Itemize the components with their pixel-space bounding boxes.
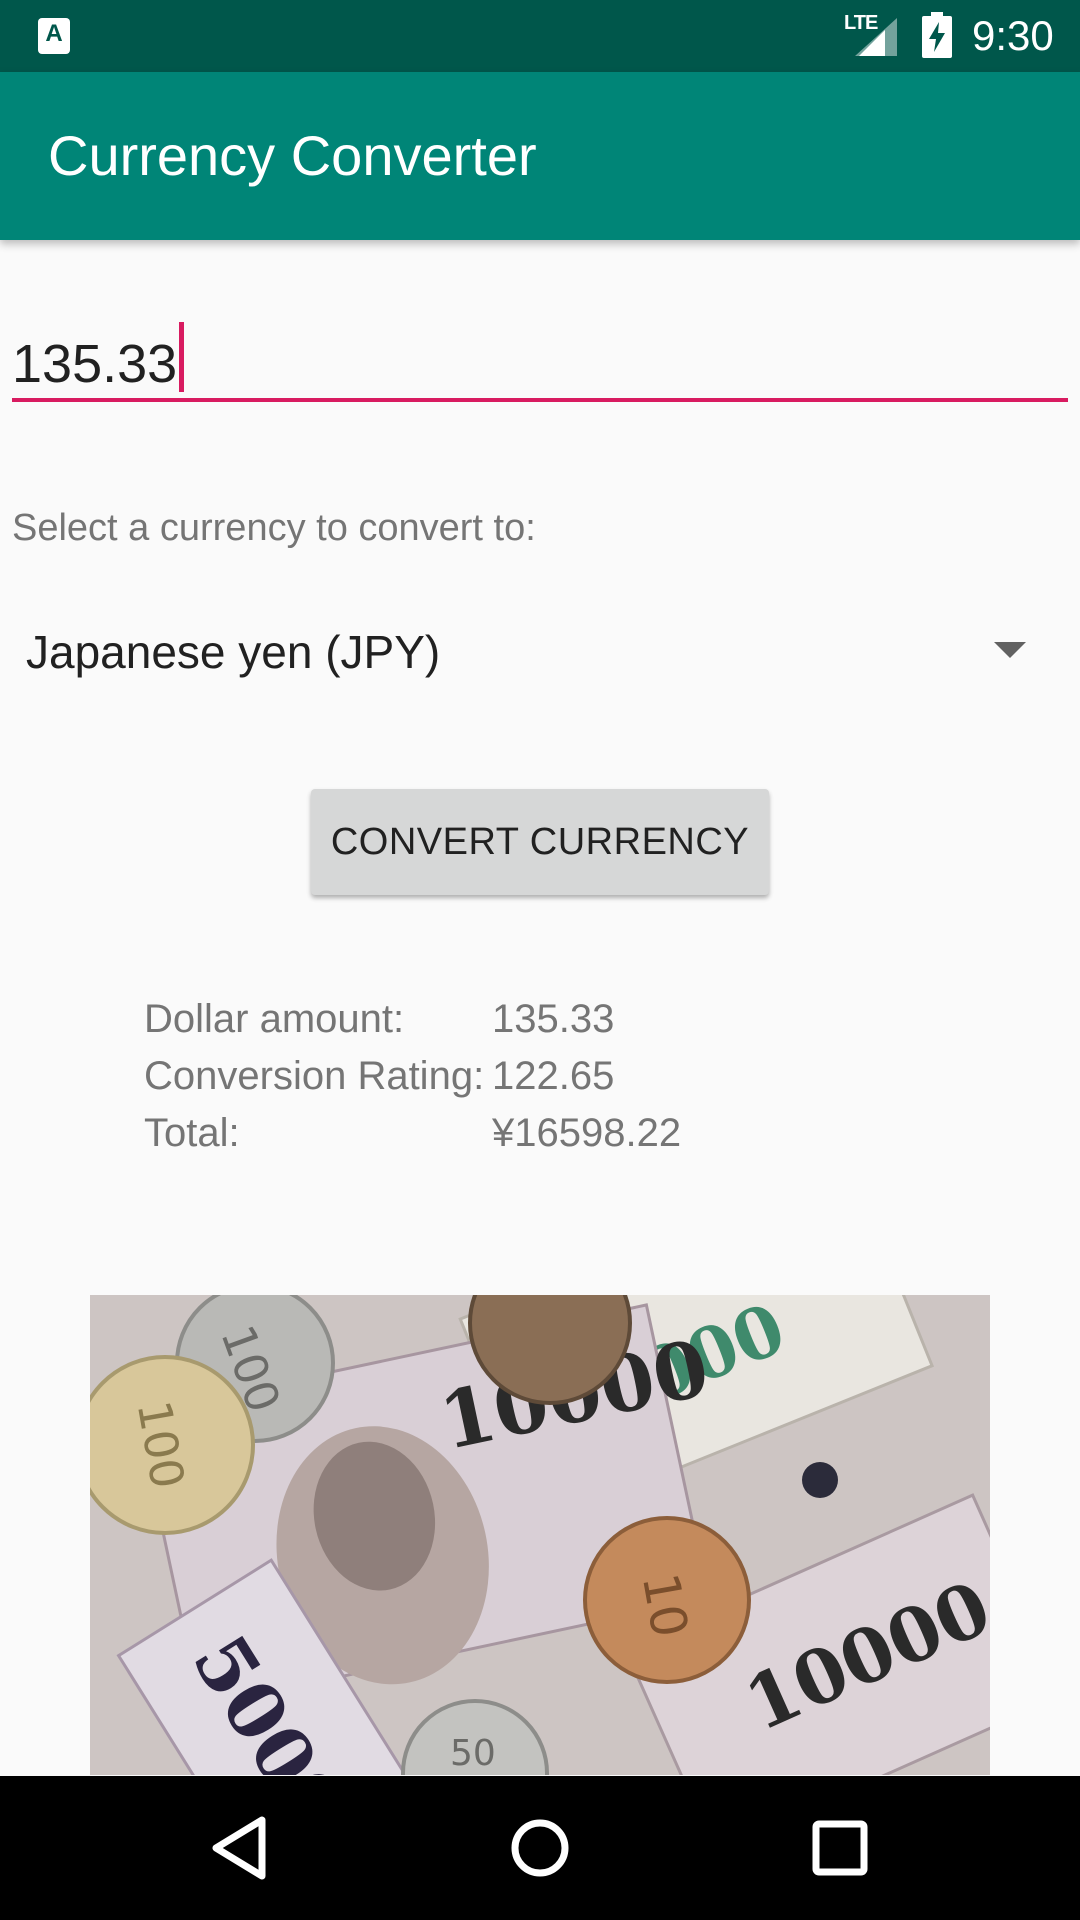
- convert-currency-button[interactable]: CONVERT CURRENCY: [311, 789, 769, 895]
- total-label: Total:: [144, 1111, 240, 1155]
- dropdown-arrow-icon: [994, 642, 1026, 658]
- result-row-conversion-rating: Conversion Rating: 122.65: [144, 1048, 844, 1105]
- currency-spinner-selected: Japanese yen (JPY): [26, 626, 441, 678]
- coin-50-value: 50: [450, 1733, 496, 1774]
- result-row-total: Total: ¥16598.22: [144, 1105, 844, 1162]
- app-bar: Currency Converter: [0, 72, 1080, 240]
- result-row-dollar-amount: Dollar amount: 135.33: [144, 991, 844, 1048]
- status-bar: A LTE 9:30: [0, 0, 1080, 72]
- dollar-amount-label: Dollar amount:: [144, 997, 405, 1041]
- app-title: Currency Converter: [48, 124, 537, 187]
- conversion-rating-value: 122.65: [492, 1054, 615, 1098]
- clock: 9:30: [972, 12, 1054, 59]
- coin-10-value: 10: [631, 1569, 699, 1642]
- yen-currency-image: 2000 10000 5000 10000 100 100 10 50: [90, 1295, 990, 1775]
- keyboard-notification-icon: A: [38, 18, 70, 54]
- battery-charging-icon: [922, 12, 952, 58]
- amount-input-text: 135.33: [12, 334, 178, 394]
- currency-spinner[interactable]: Japanese yen (JPY): [0, 610, 1080, 692]
- text-cursor: [179, 322, 185, 392]
- recents-icon[interactable]: [804, 1812, 876, 1884]
- amount-input-value[interactable]: 135.33: [12, 322, 185, 396]
- back-icon[interactable]: [204, 1812, 276, 1884]
- lte-signal-icon: [855, 18, 897, 56]
- conversion-rating-label: Conversion Rating:: [144, 1054, 485, 1098]
- navigation-bar: [0, 1776, 1080, 1920]
- results-panel: Dollar amount: 135.33 Conversion Rating:…: [144, 991, 844, 1162]
- select-currency-prompt: Select a currency to convert to:: [12, 507, 536, 549]
- dollar-amount-value: 135.33: [492, 997, 615, 1041]
- amount-input[interactable]: 135.33: [12, 310, 1068, 402]
- yen-banknotes-and-coins-illustration: 2000 10000 5000 10000 100 100 10 50: [90, 1295, 990, 1775]
- total-value: ¥16598.22: [492, 1111, 682, 1155]
- home-icon[interactable]: [504, 1812, 576, 1884]
